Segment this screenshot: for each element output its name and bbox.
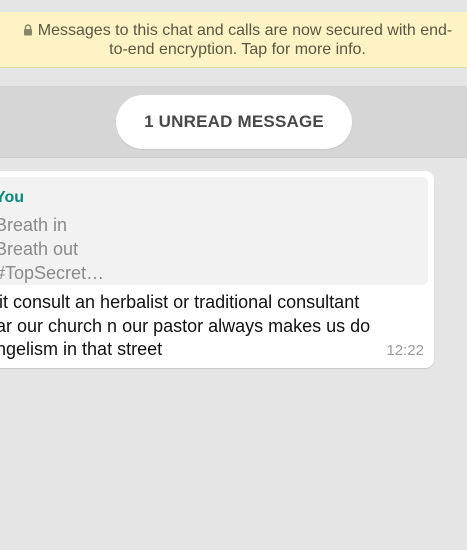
message-text-line: ear our church n our pastor always makes… — [0, 316, 371, 336]
message-text-line: angelism in that street — [0, 339, 163, 359]
quoted-message-line: Breath out — [0, 239, 79, 259]
encryption-notice-text: Messages to this chat and calls are now … — [37, 22, 453, 58]
quoted-message-line: #TopSecret… — [0, 263, 105, 283]
quoted-message-line: Breath in — [0, 215, 68, 235]
message-bubble[interactable]: You Breath in Breath out #TopSecret… isi… — [0, 171, 434, 368]
encryption-notice[interactable]: Messages to this chat and calls are now … — [0, 12, 467, 68]
quoted-message-author: You — [0, 189, 25, 206]
message-text-line: isit consult an herbalist or traditional… — [0, 292, 360, 312]
chat-screen: Messages to this chat and calls are now … — [0, 0, 467, 550]
message-timestamp: 12:22 — [386, 342, 424, 359]
lock-icon — [23, 24, 32, 36]
unread-messages-badge: 1 UNREAD MESSAGE — [116, 95, 352, 149]
quoted-message[interactable]: You Breath in Breath out #TopSecret… — [0, 177, 428, 285]
unread-divider: 1 UNREAD MESSAGE — [0, 86, 467, 158]
